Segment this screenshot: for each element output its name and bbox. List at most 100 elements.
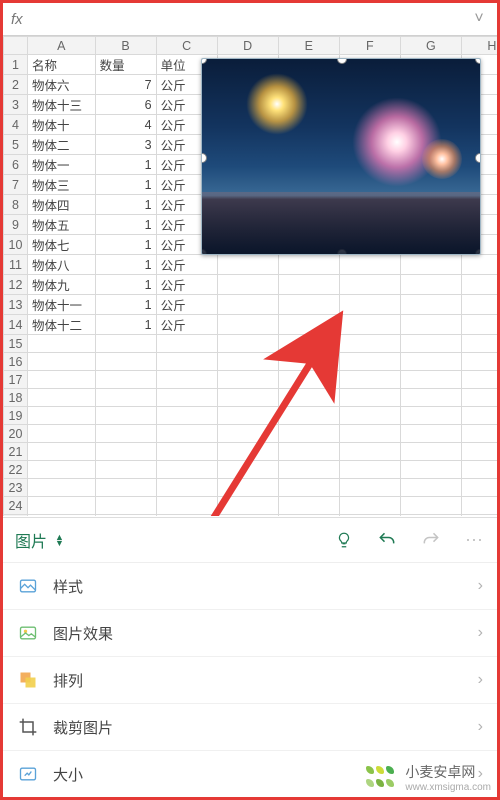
cell[interactable]	[27, 389, 95, 407]
row-header[interactable]: 9	[4, 215, 28, 235]
cell[interactable]	[95, 335, 156, 353]
cell[interactable]	[400, 389, 461, 407]
cell[interactable]: 物体十二	[27, 315, 95, 335]
cell[interactable]	[339, 371, 400, 389]
cell[interactable]	[461, 389, 497, 407]
cell[interactable]	[339, 443, 400, 461]
option-effect[interactable]: 图片效果 ›	[3, 610, 497, 657]
row-header[interactable]: 1	[4, 55, 28, 75]
cell[interactable]	[217, 515, 278, 517]
cell[interactable]	[400, 371, 461, 389]
cell[interactable]	[400, 497, 461, 515]
cell[interactable]	[27, 371, 95, 389]
cell[interactable]	[278, 389, 339, 407]
cell[interactable]	[400, 407, 461, 425]
cell[interactable]	[400, 255, 461, 275]
cell[interactable]	[278, 407, 339, 425]
cell[interactable]: 物体五	[27, 215, 95, 235]
row-header[interactable]: 15	[4, 335, 28, 353]
cell[interactable]	[339, 255, 400, 275]
cell[interactable]	[217, 407, 278, 425]
cell[interactable]	[156, 353, 217, 371]
formula-expand-icon[interactable]: ˅	[469, 10, 489, 28]
option-crop[interactable]: 裁剪图片 ›	[3, 704, 497, 751]
cell[interactable]	[339, 497, 400, 515]
row-header[interactable]: 22	[4, 461, 28, 479]
cell[interactable]	[400, 425, 461, 443]
row-header[interactable]: 24	[4, 497, 28, 515]
table-row[interactable]: 17	[4, 371, 498, 389]
cell[interactable]	[217, 275, 278, 295]
cell[interactable]: 物体十三	[27, 95, 95, 115]
cell[interactable]	[461, 461, 497, 479]
cell[interactable]	[27, 479, 95, 497]
cell[interactable]	[156, 407, 217, 425]
cell[interactable]	[217, 497, 278, 515]
resize-handle-bl[interactable]	[201, 249, 207, 255]
cell[interactable]	[400, 315, 461, 335]
cell[interactable]: 1	[95, 275, 156, 295]
cell[interactable]: 公斤	[156, 275, 217, 295]
cell[interactable]	[95, 515, 156, 517]
cell[interactable]	[27, 515, 95, 517]
row-header[interactable]: 12	[4, 275, 28, 295]
cell[interactable]: 7	[95, 75, 156, 95]
cell[interactable]	[278, 515, 339, 517]
cell[interactable]	[156, 335, 217, 353]
cell[interactable]: 6	[95, 95, 156, 115]
cell[interactable]: 物体十一	[27, 295, 95, 315]
cell[interactable]	[27, 407, 95, 425]
cell[interactable]	[95, 389, 156, 407]
cell[interactable]: 4	[95, 115, 156, 135]
resize-handle-bm[interactable]	[337, 249, 347, 255]
cell[interactable]: 物体一	[27, 155, 95, 175]
cell[interactable]	[217, 353, 278, 371]
cell[interactable]	[27, 461, 95, 479]
row-header[interactable]: 2	[4, 75, 28, 95]
cell[interactable]	[400, 515, 461, 517]
cell[interactable]	[278, 275, 339, 295]
table-row[interactable]: 13物体十一1公斤	[4, 295, 498, 315]
row-header[interactable]: 25	[4, 515, 28, 517]
cell[interactable]	[278, 335, 339, 353]
cell[interactable]	[156, 443, 217, 461]
table-row[interactable]: 18	[4, 389, 498, 407]
table-row[interactable]: 24	[4, 497, 498, 515]
cell[interactable]	[339, 461, 400, 479]
cell[interactable]	[278, 461, 339, 479]
table-row[interactable]: 22	[4, 461, 498, 479]
cell[interactable]: 1	[95, 195, 156, 215]
cell[interactable]	[217, 389, 278, 407]
row-header[interactable]: 16	[4, 353, 28, 371]
row-header[interactable]: 23	[4, 479, 28, 497]
cell[interactable]	[461, 371, 497, 389]
cell[interactable]	[95, 371, 156, 389]
cell[interactable]: 物体四	[27, 195, 95, 215]
cell[interactable]	[461, 515, 497, 517]
cell[interactable]	[278, 443, 339, 461]
resize-handle-tm[interactable]	[337, 58, 347, 64]
cell[interactable]	[95, 479, 156, 497]
cell[interactable]	[156, 425, 217, 443]
cell[interactable]	[400, 479, 461, 497]
cell[interactable]: 物体六	[27, 75, 95, 95]
cell[interactable]: 1	[95, 315, 156, 335]
row-header[interactable]: 13	[4, 295, 28, 315]
cell[interactable]	[278, 479, 339, 497]
cell[interactable]	[278, 425, 339, 443]
cell[interactable]: 1	[95, 255, 156, 275]
cell[interactable]	[461, 407, 497, 425]
cell[interactable]: 物体八	[27, 255, 95, 275]
cell[interactable]	[156, 371, 217, 389]
spreadsheet-grid[interactable]: A B C D E F G H 1名称数量单位2物体六7公斤3物体十三6公斤4物…	[3, 36, 497, 516]
cell[interactable]	[339, 425, 400, 443]
more-icon[interactable]: ⋯	[465, 530, 485, 551]
cell[interactable]: 1	[95, 215, 156, 235]
row-header[interactable]: 5	[4, 135, 28, 155]
cell[interactable]	[461, 497, 497, 515]
cell[interactable]	[278, 497, 339, 515]
cell[interactable]	[217, 371, 278, 389]
cell[interactable]	[339, 275, 400, 295]
table-row[interactable]: 20	[4, 425, 498, 443]
cell[interactable]	[278, 371, 339, 389]
